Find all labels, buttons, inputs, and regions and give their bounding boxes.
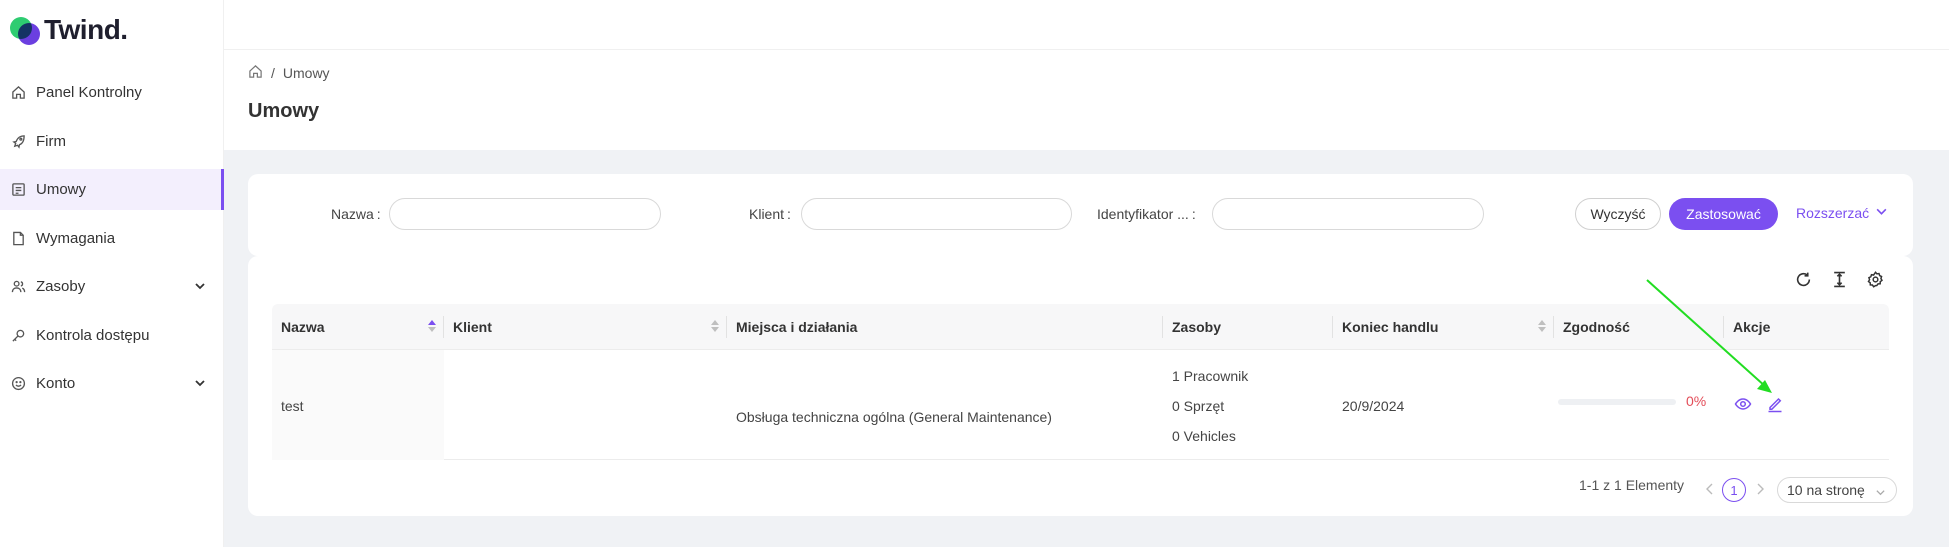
top-header [224, 0, 1949, 50]
sidebar-item-firm[interactable]: Firm [0, 121, 224, 162]
document-icon [10, 230, 26, 246]
sidebar-item-umowy[interactable]: Umowy [0, 169, 224, 210]
smile-icon [10, 376, 26, 392]
sidebar: Twind. Panel Kontrolny Firm Umowy Wymaga… [0, 0, 224, 547]
cell-resource-workers: 1 Pracownik [1172, 368, 1249, 384]
chevron-down-icon [1875, 205, 1888, 221]
cell-end-date: 20/9/2024 [1342, 398, 1405, 414]
cell-resource-vehicles: 0 Vehicles [1172, 428, 1236, 444]
sidebar-item-kontrola-dostepu[interactable]: Kontrola dostępu [0, 315, 224, 356]
sidebar-item-label: Firm [36, 132, 66, 150]
sidebar-nav: Panel Kontrolny Firm Umowy Wymagania Zas… [0, 72, 224, 412]
client-filter-input[interactable] [801, 198, 1072, 230]
column-header-zgodnosc: Zgodność [1554, 304, 1724, 350]
column-header-miejsca: Miejsca i działania [727, 304, 1163, 350]
twind-logo-icon [10, 15, 40, 45]
apply-button[interactable]: Zastosować [1669, 198, 1778, 230]
sidebar-item-label: Panel Kontrolny [36, 84, 142, 101]
column-header-zasoby: Zasoby [1163, 304, 1333, 350]
home-icon [10, 85, 26, 101]
breadcrumb-current: Umowy [282, 65, 330, 81]
reload-icon[interactable] [1794, 270, 1812, 288]
id-filter-input[interactable] [1212, 198, 1484, 230]
sidebar-item-konto[interactable]: Konto [0, 363, 224, 404]
sort-icon [711, 320, 719, 332]
sort-icon [428, 320, 436, 332]
sidebar-item-label: Konto [36, 375, 76, 392]
settings-icon[interactable] [1866, 270, 1884, 288]
sidebar-item-label: Zasoby [36, 278, 86, 295]
breadcrumb: / Umowy [248, 64, 330, 82]
column-header-nazwa[interactable]: Nazwa [272, 304, 444, 350]
column-header-klient[interactable]: Klient [444, 304, 727, 350]
column-height-icon[interactable] [1830, 270, 1848, 288]
client-filter-label: Klient: [749, 206, 791, 222]
sidebar-item-label: Kontrola dostępu [36, 326, 150, 344]
page-title: Umowy [248, 100, 320, 122]
contract-icon [10, 182, 26, 198]
name-filter-label: Nazwa: [331, 206, 381, 222]
table-row [272, 350, 1889, 460]
cell-name: test [281, 398, 304, 414]
expand-filters-link[interactable]: Rozszerzać [1796, 205, 1888, 221]
page-size-select[interactable]: 10 na stronę [1777, 477, 1897, 503]
compliance-percentage: 0% [1686, 393, 1707, 409]
home-icon[interactable] [248, 64, 263, 82]
sidebar-item-panel-kontrolny[interactable]: Panel Kontrolny [0, 72, 224, 113]
edit-icon[interactable] [1766, 395, 1784, 418]
expand-label: Rozszerzać [1796, 205, 1870, 221]
table-header: Nazwa Klient Miejsca i działania Zasoby … [272, 304, 1889, 350]
sort-icon [1538, 320, 1546, 332]
column-header-koniec-handlu[interactable]: Koniec handlu [1333, 304, 1554, 350]
compliance-progress-bar [1558, 399, 1676, 405]
rocket-icon [10, 133, 26, 149]
id-filter-label: Identyfikator ...: [1097, 206, 1196, 222]
brand-logo[interactable]: Twind. [10, 14, 128, 46]
breadcrumb-separator: / [271, 65, 275, 81]
table-toolbar [1794, 270, 1884, 288]
eye-icon[interactable] [1734, 395, 1752, 418]
sidebar-item-zasoby[interactable]: Zasoby [0, 266, 224, 307]
page-number-button[interactable]: 1 [1722, 478, 1746, 502]
page-size-value: 10 na stronę [1787, 482, 1865, 498]
cell-resource-equipment: 0 Sprzęt [1172, 398, 1225, 414]
sidebar-item-wymagania[interactable]: Wymagania [0, 218, 224, 259]
brand-name: Twind. [44, 14, 128, 45]
column-header-akcje: Akcje [1733, 319, 1771, 335]
chevron-down-icon[interactable] [194, 376, 206, 393]
key-icon [10, 327, 26, 343]
users-icon [10, 279, 26, 295]
sidebar-item-label: Wymagania [36, 229, 116, 247]
chevron-down-icon [1875, 485, 1886, 501]
next-page-icon[interactable] [1754, 480, 1766, 503]
prev-page-icon[interactable] [1704, 480, 1716, 503]
pagination-summary: 1-1 z 1 Elementy [1579, 477, 1685, 493]
name-filter-input[interactable] [389, 198, 661, 230]
chevron-down-icon[interactable] [194, 279, 206, 296]
clear-button[interactable]: Wyczyść [1575, 198, 1661, 230]
cell-places: Obsługa techniczna ogólna (General Maint… [736, 409, 1052, 425]
sidebar-item-label: Umowy [36, 181, 87, 198]
